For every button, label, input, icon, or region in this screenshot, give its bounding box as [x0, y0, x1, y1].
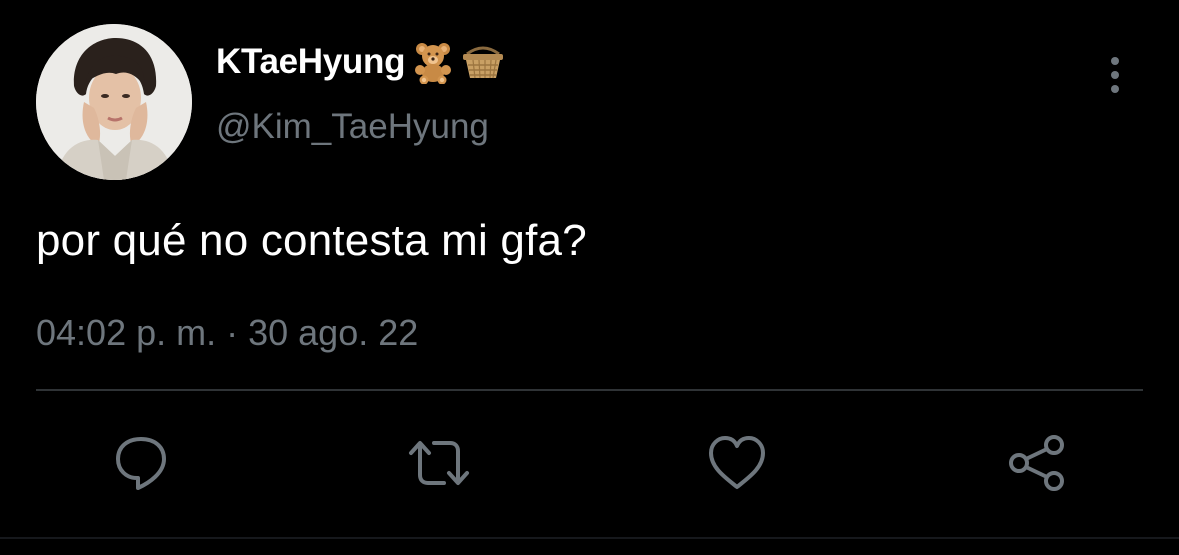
share-icon	[1009, 435, 1064, 491]
tweet-date: 30 ago. 22	[248, 312, 419, 353]
teddy-bear-emoji	[411, 40, 455, 84]
divider	[36, 389, 1143, 391]
heart-icon	[709, 436, 765, 489]
tweet: KTaeHyung @Kim_TaeHyung por qué no conte…	[0, 0, 1179, 555]
retweet-icon	[409, 441, 469, 485]
like-button[interactable]	[704, 430, 770, 496]
more-vertical-icon	[1111, 57, 1119, 93]
share-button[interactable]	[1004, 430, 1070, 496]
reply-icon	[116, 437, 166, 490]
bottom-divider	[0, 537, 1179, 539]
tweet-time: 04:02 p. m.	[36, 312, 217, 353]
avatar[interactable]	[36, 24, 192, 180]
timestamp-separator: ·	[226, 312, 239, 353]
more-options-button[interactable]	[1098, 55, 1132, 97]
retweet-button[interactable]	[406, 430, 472, 496]
basket-emoji	[461, 40, 505, 84]
tweet-timestamp[interactable]: 04:02 p. m. · 30 ago. 22	[36, 312, 418, 354]
action-bar	[0, 430, 1179, 500]
avatar-image	[36, 24, 192, 180]
reply-button[interactable]	[108, 430, 174, 496]
display-name-row[interactable]: KTaeHyung	[216, 36, 505, 88]
user-handle[interactable]: @Kim_TaeHyung	[216, 107, 489, 147]
display-name[interactable]: KTaeHyung	[216, 42, 405, 82]
tweet-text: por qué no contesta mi gfa?	[36, 216, 587, 265]
